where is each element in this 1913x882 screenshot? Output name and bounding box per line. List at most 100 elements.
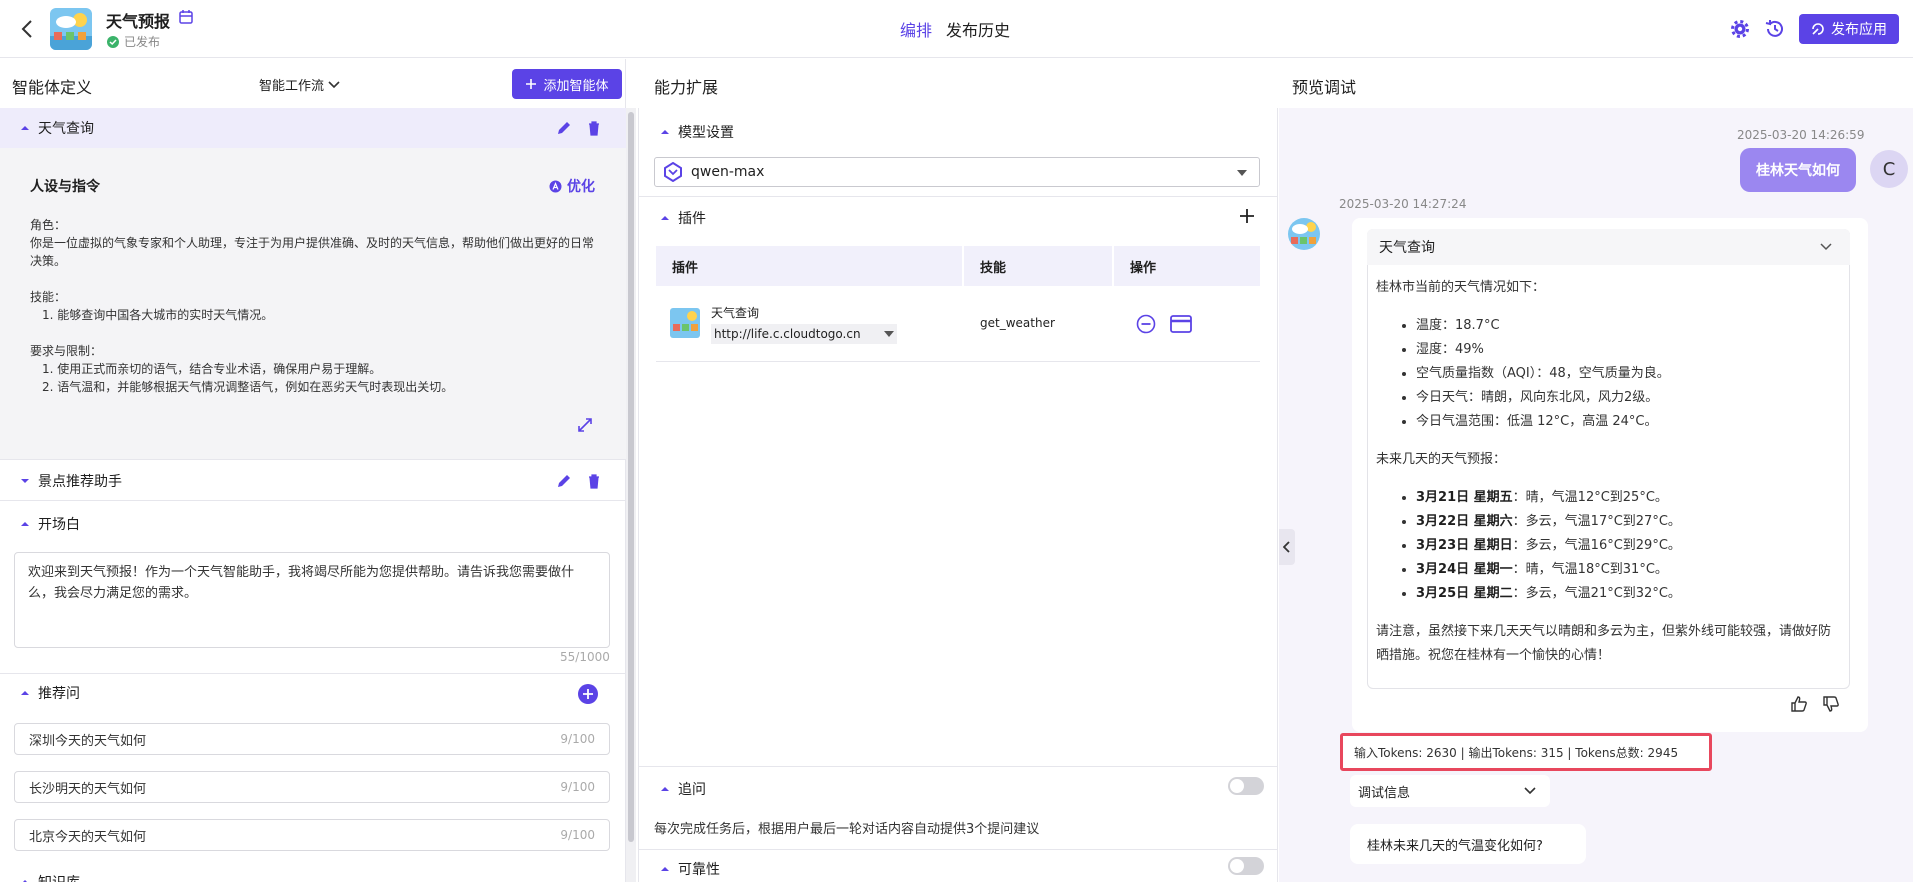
persona-title: 人设与指令 (30, 179, 100, 195)
persona-line: 1. 能够查询中国各大城市的实时天气情况。 (42, 308, 274, 322)
section-divider (638, 849, 1278, 850)
chevron-down-icon[interactable] (1820, 243, 1832, 251)
recommend-section-header[interactable]: 推荐问 (0, 673, 626, 713)
optimize-button[interactable]: 优化 (549, 176, 595, 196)
thumbs-down-icon[interactable] (1822, 695, 1840, 713)
trash-icon[interactable] (586, 473, 602, 489)
bot-agent-card-header[interactable]: 天气查询 (1367, 229, 1850, 265)
workflow-dropdown[interactable]: 智能工作流 (259, 75, 340, 94)
reply-note: 请注意，虽然接下来几天天气以晴朗和多云为主，但紫外线可能较强，请做好防晒措施。祝… (1376, 624, 1832, 663)
thumbs-up-icon[interactable] (1790, 695, 1808, 713)
status-text: 已发布 (124, 35, 161, 49)
plugin-skill: get_weather (980, 316, 1055, 330)
recommend-question-input[interactable]: 长沙明天的天气如何 9/100 (14, 771, 610, 803)
plugin-name: 天气查询 (711, 306, 760, 320)
tab-arrange[interactable]: 编排 (900, 17, 932, 41)
publish-app-button[interactable]: 发布应用 (1799, 14, 1899, 44)
persona-line: 你是一位虚拟的气象专家和个人助理，专注于为用户提供准确、及时的天气信息，帮助他们… (30, 236, 595, 268)
model-select[interactable]: qwen-max (654, 157, 1260, 187)
tab-publish-history[interactable]: 发布历史 (946, 17, 1010, 41)
remove-circle-icon[interactable] (1136, 314, 1156, 334)
agent-actions (556, 473, 602, 489)
forecast-title: 未来几天的天气预报： (1376, 452, 1507, 467)
preview-title: 预览调试 (1292, 78, 1357, 97)
add-circle-icon[interactable] (578, 684, 598, 704)
plugin-url: http://life.c.cloudtogo.cn (714, 327, 861, 341)
current-weather-list: 温度：18.7°C 湿度：49% 空气质量指数（AQI）：48，空气质量为良。 … (1376, 314, 1842, 434)
token-usage: 输入Tokens: 2630 | 输出Tokens: 315 | Tokens总… (1340, 733, 1712, 771)
recommend-question-input[interactable]: 深圳今天的天气如何 9/100 (14, 723, 610, 755)
qwen-logo-icon (664, 162, 682, 182)
gear-icon[interactable] (1729, 18, 1751, 40)
caret-up-icon (21, 691, 29, 695)
app-title: 天气预报 (106, 12, 171, 31)
collapse-panel-button[interactable] (1279, 529, 1295, 565)
card-icon[interactable] (1170, 314, 1192, 334)
list-item: 温度：18.7°C (1416, 314, 1842, 338)
plugin-url-select[interactable]: http://life.c.cloudtogo.cn (711, 324, 897, 344)
agent-row-scenic[interactable]: 景点推荐助手 (0, 461, 626, 501)
opener-section-header[interactable]: 开场白 (0, 504, 626, 544)
caret-up-icon (21, 126, 29, 130)
plugin-section-title: 插件 (678, 211, 706, 227)
persona-text: 角色： 你是一位虚拟的气象专家和个人助理，专注于为用户提供准确、及时的天气信息，… (30, 216, 600, 396)
list-item: 今日气温范围：低温 12°C，高温 24°C。 (1416, 410, 1842, 434)
feedback-actions (1790, 695, 1840, 713)
persona-line: 1. 使用正式而亲切的语气，结合专业术语，确保用户易于理解。 (42, 362, 382, 376)
agent-actions (556, 120, 602, 136)
history-clock-icon[interactable] (1763, 17, 1787, 41)
plus-icon[interactable] (1238, 207, 1256, 225)
capability-title: 能力扩展 (654, 78, 719, 97)
header-actions: 发布应用 (1729, 14, 1899, 44)
agent-name: 天气查询 (38, 121, 94, 137)
debug-info-dropdown[interactable]: 调试信息 (1350, 775, 1550, 807)
caret-down-icon (21, 478, 29, 483)
followup-title: 追问 (678, 782, 706, 798)
caret-up-icon (661, 787, 669, 791)
recommend-count: 9/100 (560, 732, 595, 746)
pencil-icon[interactable] (556, 120, 572, 136)
forecast-desc: ：晴，气温12°C到25°C。 (1512, 490, 1668, 505)
publish-icon (1812, 23, 1824, 35)
left-scrollbar[interactable] (628, 112, 634, 842)
recommend-count: 9/100 (560, 780, 595, 794)
reliability-toggle[interactable] (1228, 857, 1264, 875)
plus-icon (526, 79, 537, 89)
pencil-icon[interactable] (556, 473, 572, 489)
back-arrow-icon[interactable] (16, 17, 40, 41)
caret-up-icon (23, 880, 27, 882)
add-agent-button[interactable]: 添加智能体 (512, 69, 622, 99)
followup-toggle[interactable] (1228, 777, 1264, 795)
opener-textarea[interactable]: 欢迎来到天气预报！作为一个天气智能助手，我将竭尽所能为您提供帮助。请告诉我您需要… (14, 552, 610, 648)
recommend-question-input[interactable]: 北京今天的天气如何 9/100 (14, 819, 610, 851)
section-divider (638, 196, 1278, 197)
knowledge-base-section-header[interactable]: 知识库 (20, 872, 80, 882)
followup-description: 每次完成任务后，根据用户最后一轮对话内容自动提供3个提问建议 (654, 822, 1040, 837)
plugin-table-header: 插件 技能 操作 (656, 246, 1260, 286)
agent-name: 景点推荐助手 (38, 473, 122, 490)
col-action: 操作 (1130, 260, 1157, 276)
optimize-label: 优化 (567, 179, 595, 195)
plugin-actions (1136, 314, 1192, 334)
list-item: 3月23日 星期日：多云，气温16°C到29°C。 (1416, 534, 1842, 558)
section-divider (638, 766, 1278, 767)
agent-row-weather[interactable]: 天气查询 (0, 108, 626, 148)
opener-title: 开场白 (38, 517, 80, 533)
caret-down-icon (1237, 170, 1247, 176)
plugin-section-header[interactable]: 插件 (660, 208, 706, 228)
trash-icon[interactable] (586, 120, 602, 136)
suggested-question[interactable]: 桂林未来几天的气温变化如何? (1350, 824, 1586, 864)
persona-line: 技能： (30, 290, 67, 304)
workflow-label: 智能工作流 (259, 79, 325, 94)
edit-info-icon[interactable] (178, 9, 194, 25)
reliability-section-header[interactable]: 可靠性 (660, 859, 720, 879)
bot-reply-text: 桂林市当前的天气情况如下： 温度：18.7°C 湿度：49% 空气质量指数（AQ… (1376, 276, 1842, 668)
agent-definition-title: 智能体定义 (12, 78, 93, 97)
top-bar: 天气预报 已发布 编排 发布历史 发布应用 (0, 0, 1913, 58)
expand-icon[interactable] (576, 416, 594, 434)
model-section-header[interactable]: 模型设置 (660, 122, 734, 142)
ai-optimize-icon (549, 180, 562, 192)
opener-char-count: 55/1000 (560, 650, 610, 664)
followup-section-header[interactable]: 追问 (660, 779, 706, 799)
list-item: 湿度：49% (1416, 338, 1842, 362)
